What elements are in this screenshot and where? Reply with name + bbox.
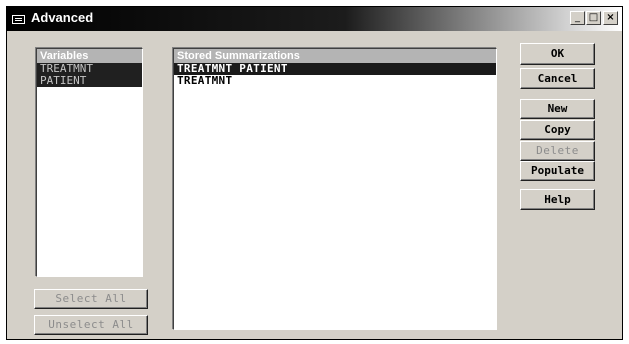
- minimize-button[interactable]: _: [570, 11, 585, 25]
- stored-summarizations-listbox[interactable]: Stored Summarizations TREATMNT PATIENT T…: [173, 48, 497, 330]
- maximize-button[interactable]: □: [586, 11, 601, 25]
- app-icon: [12, 15, 25, 24]
- help-button[interactable]: Help: [520, 189, 595, 210]
- new-button[interactable]: New: [520, 99, 595, 119]
- title-bar[interactable]: Advanced _ □ ×: [7, 7, 622, 31]
- unselect-all-button[interactable]: Unselect All: [34, 315, 148, 335]
- window-controls: _ □ ×: [569, 11, 618, 25]
- window-title: Advanced: [31, 10, 94, 25]
- select-all-button[interactable]: Select All: [34, 289, 148, 309]
- populate-button[interactable]: Populate: [520, 161, 595, 181]
- stored-summarizations-header: Stored Summarizations: [174, 49, 496, 63]
- close-button[interactable]: ×: [603, 11, 618, 25]
- variables-listbox[interactable]: Variables TREATMNT PATIENT: [36, 48, 143, 277]
- variable-item-patient[interactable]: PATIENT: [37, 75, 142, 87]
- copy-button[interactable]: Copy: [520, 120, 595, 140]
- advanced-dialog: Advanced _ □ × Variables TREATMNT PATIEN…: [6, 6, 623, 340]
- summarization-item[interactable]: TREATMNT: [174, 75, 496, 87]
- variables-header: Variables: [37, 49, 142, 63]
- ok-button[interactable]: OK: [520, 43, 595, 65]
- cancel-button[interactable]: Cancel: [520, 68, 595, 89]
- delete-button[interactable]: Delete: [520, 141, 595, 161]
